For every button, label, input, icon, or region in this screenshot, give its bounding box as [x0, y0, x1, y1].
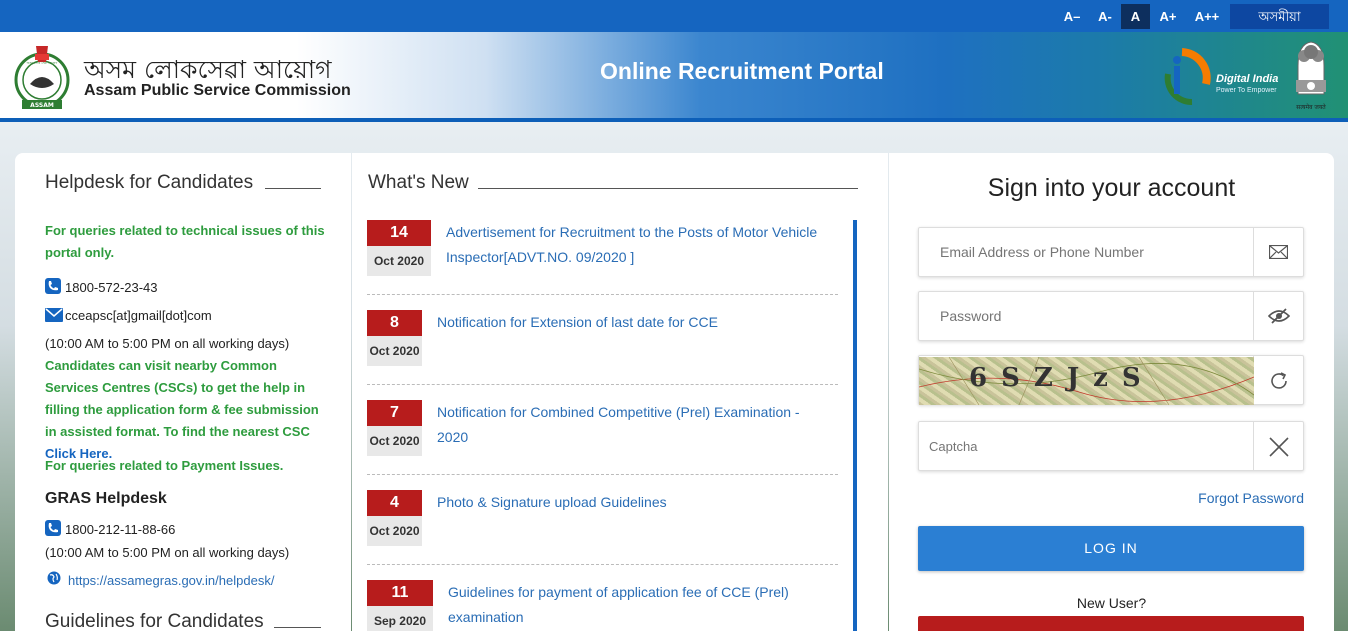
- csc-text: Candidates can visit nearby Common Servi…: [45, 358, 319, 439]
- close-icon[interactable]: [1268, 436, 1290, 458]
- language-toggle-button[interactable]: অসমীয়া: [1230, 4, 1329, 29]
- helpdesk-hours: (10:00 AM to 5:00 PM on all working days…: [45, 336, 290, 351]
- news-link[interactable]: Photo & Signature upload Guidelines: [437, 490, 827, 515]
- helpdesk-title-rule: [265, 188, 321, 189]
- apsc-logo-icon: অসম লোক সেৱা আয়োগ ASSAM: [14, 46, 70, 109]
- top-bar: A– A- A A+ A++ অসমীয়া: [0, 0, 1348, 32]
- refresh-icon[interactable]: [1268, 370, 1290, 392]
- news-date: 8 Oct 2020: [367, 310, 422, 366]
- gras-helpdesk-link[interactable]: https://assamegras.gov.in/helpdesk/: [68, 573, 274, 588]
- font-size-normal-button[interactable]: A: [1121, 4, 1150, 29]
- digital-india-tagline: Power To Empower: [1216, 87, 1277, 94]
- password-input[interactable]: [919, 292, 1255, 340]
- phone-icon: [45, 278, 61, 294]
- news-day: 11: [367, 580, 433, 606]
- font-size-smaller-button[interactable]: A-: [1094, 4, 1116, 29]
- font-size-larger-button[interactable]: A+: [1156, 4, 1180, 29]
- news-month: Oct 2020: [367, 336, 422, 366]
- news-month: Oct 2020: [367, 516, 422, 546]
- envelope-icon: [1269, 245, 1288, 259]
- helpdesk-title: Helpdesk for Candidates: [45, 172, 254, 193]
- tech-query-text: For queries related to technical issues …: [45, 223, 325, 260]
- news-item: 7 Oct 2020 Notification for Combined Com…: [367, 400, 838, 475]
- news-link[interactable]: Advertisement for Recruitment to the Pos…: [446, 220, 831, 270]
- globe-icon: [47, 571, 61, 585]
- news-item: 14 Oct 2020 Advertisement for Recruitmen…: [367, 220, 838, 295]
- new-user-label: New User?: [1076, 595, 1147, 611]
- payment-query-text: For queries related to Payment Issues.: [45, 458, 284, 473]
- emblem-caption: सत्यमेव जयते: [1296, 103, 1326, 111]
- news-link[interactable]: Notification for Extension of last date …: [437, 310, 827, 335]
- helpdesk-phone: 1800-572-23-43: [65, 280, 158, 295]
- news-date: 7 Oct 2020: [367, 400, 422, 456]
- digital-india-label: Digital India: [1216, 73, 1278, 85]
- password-field: [918, 291, 1304, 341]
- gras-phone: 1800-212-11-88-66: [65, 522, 176, 537]
- whats-new-title: What's New: [368, 172, 469, 193]
- news-date: 11 Sep 2020: [367, 580, 433, 631]
- news-day: 14: [367, 220, 431, 246]
- email-input[interactable]: [919, 228, 1255, 276]
- gras-helpdesk-title: GRAS Helpdesk: [45, 490, 167, 507]
- font-size-largest-button[interactable]: A++: [1190, 4, 1224, 29]
- csc-info: Candidates can visit nearby Common Servi…: [45, 355, 320, 465]
- news-day: 8: [367, 310, 422, 336]
- news-scrollbar[interactable]: [853, 220, 857, 631]
- guidelines-title: Guidelines for Candidates: [45, 611, 264, 631]
- register-button[interactable]: [918, 616, 1304, 631]
- signin-title: Sign into your account: [987, 174, 1236, 202]
- news-link[interactable]: Notification for Combined Competitive (P…: [437, 400, 827, 450]
- captcha-text: 6SZJzS: [969, 363, 1155, 393]
- news-month: Sep 2020: [367, 606, 433, 631]
- forgot-password-link[interactable]: Forgot Password: [1180, 490, 1304, 506]
- logo-ring-text: অসম লোক সেৱা আয়োগ: [26, 61, 58, 65]
- clear-captcha-button[interactable]: [1253, 422, 1303, 470]
- news-month: Oct 2020: [367, 426, 422, 456]
- envelope-icon: [45, 308, 63, 322]
- login-button[interactable]: LOG IN: [918, 526, 1304, 571]
- whats-new-title-rule: [478, 188, 858, 189]
- news-date: 4 Oct 2020: [367, 490, 422, 546]
- refresh-captcha-button[interactable]: [1253, 356, 1303, 404]
- captcha-input[interactable]: [919, 422, 1255, 470]
- helpdesk-email: cceapsc[at]gmail[dot]com: [65, 308, 212, 323]
- digital-india-logo-icon: Digital India Power To Empower: [1164, 48, 1278, 106]
- org-name-english: Assam Public Service Commission: [84, 82, 351, 99]
- news-item: 4 Oct 2020 Photo & Signature upload Guid…: [367, 490, 838, 565]
- news-item: 8 Oct 2020 Notification for Extension of…: [367, 310, 838, 385]
- logo-base-text: ASSAM: [30, 102, 54, 109]
- password-toggle[interactable]: [1253, 292, 1303, 340]
- gras-hours: (10:00 AM to 5:00 PM on all working days…: [45, 545, 290, 560]
- news-day: 4: [367, 490, 422, 516]
- captcha-image: 6SZJzS: [919, 357, 1254, 405]
- national-emblem-icon: सत्यमेव जयते: [1296, 41, 1326, 111]
- news-item: 11 Sep 2020 Guidelines for payment of ap…: [367, 580, 838, 631]
- eye-slash-icon[interactable]: [1268, 308, 1290, 324]
- captcha-input-field: [918, 421, 1304, 471]
- portal-title: Online Recruitment Portal: [600, 58, 884, 84]
- font-size-smallest-button[interactable]: A–: [1060, 4, 1084, 29]
- email-addon: [1253, 228, 1303, 276]
- guidelines-title-rule: [274, 627, 321, 628]
- news-day: 7: [367, 400, 422, 426]
- news-date: 14 Oct 2020: [367, 220, 431, 276]
- news-link[interactable]: Guidelines for payment of application fe…: [448, 580, 818, 630]
- news-month: Oct 2020: [367, 246, 431, 276]
- phone-icon: [45, 520, 61, 536]
- email-field: [918, 227, 1304, 277]
